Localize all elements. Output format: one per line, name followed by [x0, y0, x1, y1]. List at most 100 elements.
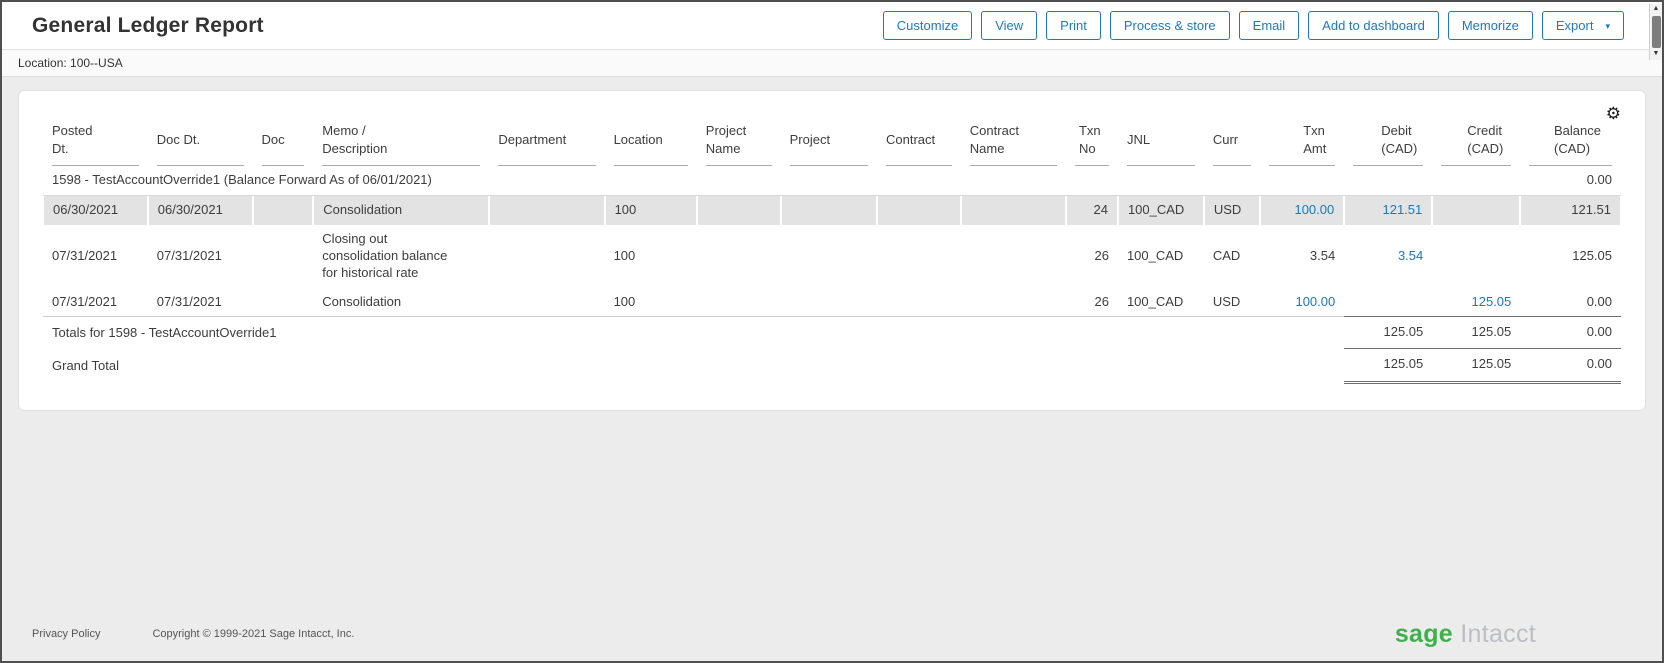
cell-project-name — [697, 225, 781, 288]
cell-department — [489, 288, 604, 317]
cell-curr: CAD — [1204, 225, 1261, 288]
totals-balance: 0.00 — [1520, 316, 1621, 349]
cell-curr: USD — [1204, 196, 1261, 225]
cell-jnl: 100_CAD — [1118, 288, 1204, 317]
process-store-button[interactable]: Process & store — [1110, 11, 1230, 40]
memorize-button[interactable]: Memorize — [1448, 11, 1533, 40]
privacy-policy-link[interactable]: Privacy Policy — [32, 628, 100, 640]
copyright-text: Copyright © 1999-2021 Sage Intacct, Inc. — [152, 628, 354, 640]
col-contract-name: Contract Name — [961, 122, 1066, 166]
cell-debit-link[interactable]: 3.54 — [1344, 225, 1432, 288]
print-button[interactable]: Print — [1046, 11, 1101, 40]
account-totals-row: Totals for 1598 - TestAccountOverride1 1… — [43, 316, 1621, 349]
memo-text: Closing out consolidation balance for hi… — [322, 231, 454, 282]
cell-contract — [877, 288, 961, 317]
cell-curr: USD — [1204, 288, 1261, 317]
cell-doc — [253, 288, 314, 317]
cell-memo: Consolidation — [313, 288, 489, 317]
cell-doc-dt: 07/31/2021 — [148, 225, 253, 288]
view-button[interactable]: View — [981, 11, 1037, 40]
cell-txn-no: 26 — [1066, 225, 1118, 288]
col-doc-dt: Doc Dt. — [148, 122, 253, 166]
grand-total-credit: 125.05 — [1432, 349, 1520, 384]
page-title: General Ledger Report — [32, 14, 264, 38]
cell-contract-name — [961, 225, 1066, 288]
export-button[interactable]: Export▾ — [1542, 11, 1624, 40]
sage-intacct-logo: sage Intacct — [1395, 620, 1536, 649]
cell-doc-dt: 06/30/2021 — [148, 196, 253, 225]
cell-doc — [253, 225, 314, 288]
cell-project-name — [697, 196, 781, 225]
cell-contract — [877, 225, 961, 288]
col-project-name: Project Name — [697, 122, 781, 166]
group-balance-forward: 0.00 — [1520, 166, 1621, 196]
cell-location: 100 — [605, 225, 697, 288]
cell-balance: 0.00 — [1520, 288, 1621, 317]
scroll-up-icon[interactable]: ▲ — [1653, 4, 1660, 15]
cell-department — [489, 225, 604, 288]
export-label: Export — [1556, 18, 1594, 33]
col-jnl: JNL — [1118, 122, 1204, 166]
gear-icon[interactable]: ⚙ — [1606, 105, 1621, 122]
totals-credit: 125.05 — [1432, 316, 1520, 349]
cell-memo: Consolidation — [313, 196, 489, 225]
report-card: ⚙ Posted Dt. Doc Dt. Doc Memo / D — [18, 90, 1646, 411]
grand-total-row: Grand Total 125.05 125.05 0.00 — [43, 349, 1621, 384]
table-row[interactable]: 07/31/2021 07/31/2021 Closing out consol… — [43, 225, 1621, 288]
cell-txn-no: 26 — [1066, 288, 1118, 317]
cell-department — [489, 196, 604, 225]
table-row[interactable]: 07/31/2021 07/31/2021 Consolidation 100 … — [43, 288, 1621, 317]
col-project: Project — [781, 122, 877, 166]
cell-project — [781, 196, 877, 225]
location-filter-bar: Location: 100--USA — [2, 50, 1662, 77]
cell-credit — [1432, 196, 1520, 225]
cell-txn-amt-link[interactable]: 100.00 — [1260, 196, 1344, 225]
footer-links: Privacy Policy Copyright © 1999-2021 Sag… — [32, 628, 354, 640]
totals-debit: 125.05 — [1344, 316, 1432, 349]
cell-project — [781, 288, 877, 317]
col-txn-no: Txn No — [1066, 122, 1118, 166]
gl-report-table: Posted Dt. Doc Dt. Doc Memo / Descriptio… — [43, 122, 1621, 384]
grand-total-debit: 125.05 — [1344, 349, 1432, 384]
cell-jnl: 100_CAD — [1118, 225, 1204, 288]
cell-contract-name — [961, 288, 1066, 317]
table-row[interactable]: 06/30/2021 06/30/2021 Consolidation 100 … — [43, 196, 1621, 225]
col-department: Department — [489, 122, 604, 166]
totals-label: Totals for 1598 - TestAccountOverride1 — [43, 316, 1344, 349]
col-memo-description: Memo / Description — [313, 122, 489, 166]
cell-txn-amt: 3.54 — [1260, 225, 1344, 288]
cell-debit-link[interactable]: 121.51 — [1344, 196, 1432, 225]
cell-project — [781, 225, 877, 288]
grand-total-label: Grand Total — [43, 349, 1344, 384]
cell-memo: Closing out consolidation balance for hi… — [313, 225, 489, 288]
col-contract: Contract — [877, 122, 961, 166]
col-balance-cad: Balance (CAD) — [1520, 122, 1621, 166]
grand-total-balance: 0.00 — [1520, 349, 1621, 384]
add-to-dashboard-button[interactable]: Add to dashboard — [1308, 11, 1439, 40]
cell-balance: 125.05 — [1520, 225, 1621, 288]
customize-button[interactable]: Customize — [883, 11, 972, 40]
cell-contract — [877, 196, 961, 225]
cell-project-name — [697, 288, 781, 317]
scroll-down-icon[interactable]: ▼ — [1653, 49, 1660, 60]
col-debit-cad: Debit (CAD) — [1344, 122, 1432, 166]
cell-doc-dt: 07/31/2021 — [148, 288, 253, 317]
vertical-scrollbar[interactable]: ▲ ▼ — [1649, 4, 1662, 60]
col-location: Location — [605, 122, 697, 166]
location-filter-value: Location: 100--USA — [18, 56, 123, 70]
cell-contract-name — [961, 196, 1066, 225]
email-button[interactable]: Email — [1239, 11, 1300, 40]
app-window: General Ledger Report Customize View Pri… — [0, 0, 1664, 663]
cell-posted-dt: 07/31/2021 — [43, 288, 148, 317]
account-group-header-row: 1598 - TestAccountOverride1 (Balance For… — [43, 166, 1621, 196]
logo-sage: sage — [1395, 620, 1453, 648]
main-content: ⚙ Posted Dt. Doc Dt. Doc Memo / D — [2, 77, 1662, 615]
cell-jnl: 100_CAD — [1118, 196, 1204, 225]
cell-txn-amt-link[interactable]: 100.00 — [1260, 288, 1344, 317]
cell-balance: 121.51 — [1520, 196, 1621, 225]
scrollbar-thumb[interactable] — [1652, 16, 1661, 48]
logo-intacct: Intacct — [1460, 620, 1536, 648]
report-toolbar: Customize View Print Process & store Ema… — [883, 11, 1624, 40]
page-footer: Privacy Policy Copyright © 1999-2021 Sag… — [2, 615, 1662, 661]
cell-credit-link[interactable]: 125.05 — [1432, 288, 1520, 317]
